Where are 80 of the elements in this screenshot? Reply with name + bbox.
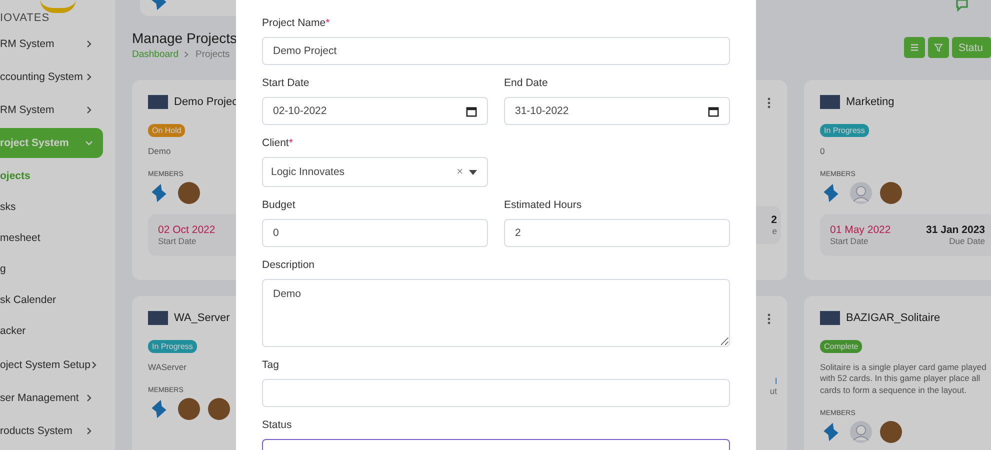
more-options-icon[interactable] [767,313,771,325]
project-description: Solitaire is a single player card game played with 52 cards. In this game player place all cards to form a sequence in the layout. [820,362,988,396]
avatar [178,182,200,204]
breadcrumb-item: Projects [195,49,230,60]
sidebar-subitem[interactable]: sks [0,192,115,223]
text-fragment: ut [770,386,777,396]
field-label: Project Name* [262,17,331,31]
start-date-label: Start Date [158,236,198,246]
avatar [208,398,230,420]
project-description: Demo [148,146,171,158]
chevron-icon [85,40,93,48]
project-title[interactable]: Demo Projec [174,96,238,108]
start-date: 01 May 2022 [830,224,891,236]
text-field[interactable]: 0 [262,219,488,247]
status-badge: In Progress [148,340,197,353]
logo-text: IOVATES [0,12,50,26]
start-date-label: Start Date [830,236,870,246]
status-badge: In Progress [820,124,869,137]
sidebar-subitem[interactable]: g [0,254,115,285]
field-label: End Date [504,77,549,91]
sidebar-item[interactable]: roducts System [0,416,103,446]
sidebar-item[interactable]: ser Management [0,383,103,413]
field-label: Tag [262,359,280,373]
user-silhouette-icon [850,421,872,444]
project-thumbnail [148,95,168,109]
calendar-icon [466,106,477,116]
field-label: Budget [262,199,296,213]
sidebar-subitem[interactable]: acker [0,316,115,347]
chevron-icon [85,106,93,114]
chevron-icon [184,51,190,58]
clear-button[interactable]: × [456,166,463,178]
project-title[interactable]: BAZIGAR_Solitaire [846,312,940,324]
avatar [880,421,902,444]
field-label: Start Date [262,77,310,91]
status-badge: Complete [820,340,862,353]
sidebar-subitem[interactable]: sk Calender [0,285,115,316]
sidebar-item[interactable]: oject System Setup [0,350,103,380]
field-label: Estimated Hours [504,199,583,213]
due-date-label: Due Date [948,236,985,246]
project-title[interactable]: WA_Server [174,312,230,324]
text-field[interactable] [262,379,730,407]
filter-icon [934,43,944,52]
avatar [178,398,200,420]
date-field[interactable]: 31-10-2022 [504,97,730,125]
text-fragment: l [775,376,777,386]
sidebar-item[interactable]: RM System [0,95,103,125]
sidebar-subitem[interactable]: mesheet [0,223,115,254]
chevron-icon [85,139,93,147]
project-description: 0 [820,146,825,158]
page-title: Manage Projects [132,30,238,46]
more-options-icon[interactable] [767,97,771,109]
project-description: WAServer [148,362,186,374]
select-field[interactable]: Logic Innovates × [262,157,488,187]
user-silhouette-icon [850,182,872,204]
chevron-icon [85,73,93,81]
text-fragment: e [772,226,777,236]
text-field[interactable]: Demo Project [262,37,730,65]
project-thumbnail [148,311,168,325]
chevron-icon [90,361,98,369]
chevron-icon [85,427,93,435]
sidebar-item[interactable]: RM System [0,29,103,59]
project-thumbnail [820,311,840,325]
caret-down-icon [469,170,477,174]
status-badge: On Hold [148,124,186,137]
sidebar-item[interactable]: ccounting System [0,62,103,92]
avatar [880,182,902,204]
field-label: Client* [262,137,294,151]
project-title[interactable]: Marketing [846,96,894,108]
due-date: 31 Jan 2023 [926,224,985,236]
start-date: 02 Oct 2022 [158,224,216,236]
date-field[interactable]: 02-10-2022 [262,97,488,125]
text-field[interactable]: 2 [504,219,730,247]
field-label: Status [262,419,293,433]
project-thumbnail [820,95,840,109]
field-label: Description [262,259,316,273]
calendar-icon [708,106,719,116]
list-icon [910,43,920,52]
text-fragment: 2 [771,214,777,226]
textarea-field[interactable]: Demo [262,279,730,347]
chevron-icon [85,394,93,402]
